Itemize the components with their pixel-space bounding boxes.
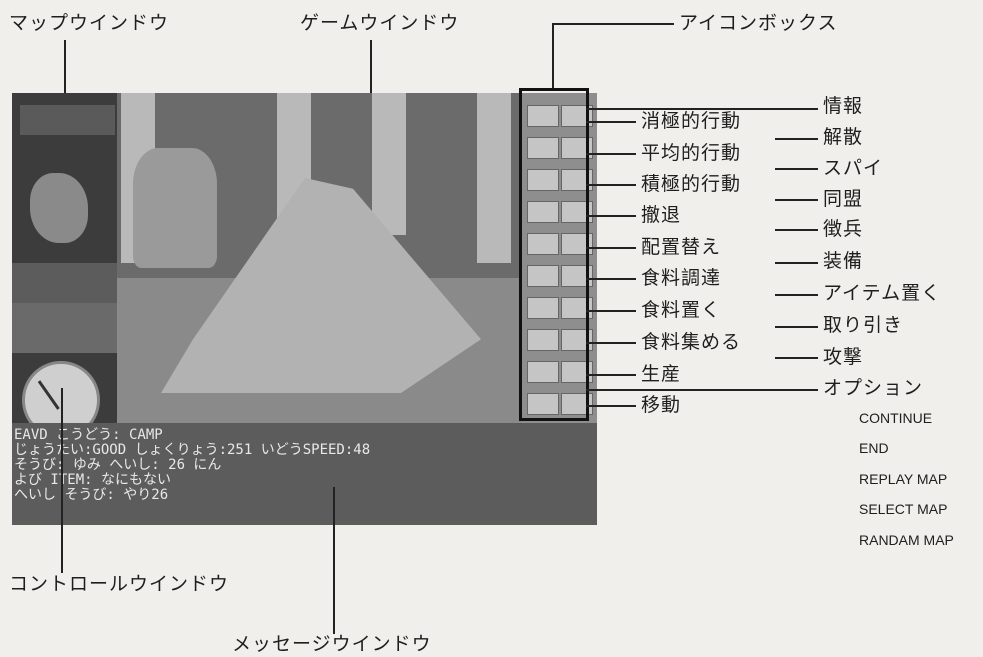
label-leader xyxy=(775,326,818,328)
label-leader xyxy=(586,374,636,376)
icon-box-callout: アイコンボックス xyxy=(679,12,838,34)
gather-food-label: 食料集める xyxy=(641,331,742,353)
control-window-callout: コントロールウインドウ xyxy=(9,573,230,595)
icon-box-leader-h xyxy=(552,23,674,25)
map-window-callout: マップウインドウ xyxy=(9,12,170,34)
armored-commander xyxy=(133,148,217,268)
label-leader xyxy=(775,294,818,296)
message-window-callout: メッセージウインドウ xyxy=(232,633,432,655)
equip-label: 装備 xyxy=(823,250,864,272)
trade-label: 取り引き xyxy=(823,314,904,336)
message-window: EAVD こうどう: CAMP じょうたい:GOOD しょくりょう:251 いど… xyxy=(12,423,597,525)
message-line: EAVD こうどう: CAMP xyxy=(14,427,163,443)
label-leader xyxy=(775,168,818,170)
drop-food-label: 食料置く xyxy=(641,299,722,321)
game-window xyxy=(117,93,522,423)
label-leader xyxy=(775,199,818,201)
message-line: へいし そうび: やり26 xyxy=(14,487,169,503)
drop-item-label: アイテム置く xyxy=(823,282,942,304)
average-action-label: 平均的行動 xyxy=(641,142,742,164)
label-leader xyxy=(586,121,636,123)
retreat-label: 撤退 xyxy=(641,204,682,226)
info-label: 情報 xyxy=(823,95,864,117)
recruit-label: 徴兵 xyxy=(823,218,864,240)
label-leader xyxy=(775,262,818,264)
label-leader xyxy=(586,342,636,344)
message-line: そうび: ゆみ へいし: 26 にん xyxy=(14,457,222,473)
message-line: よび ITEM: なにもない xyxy=(14,472,172,488)
option-end: END xyxy=(859,440,889,456)
label-leader xyxy=(586,215,636,217)
option-label: オプション xyxy=(823,377,924,399)
label-leader xyxy=(586,405,636,407)
pillar xyxy=(372,93,406,235)
game-screen: EAVD こうどう: CAMP じょうたい:GOOD しょくりょう:251 いど… xyxy=(12,93,597,525)
label-leader xyxy=(586,278,636,280)
control-window-leader xyxy=(61,388,63,573)
alliance-label: 同盟 xyxy=(823,188,864,210)
label-leader xyxy=(586,184,636,186)
pillar xyxy=(477,93,511,263)
label-leader xyxy=(775,229,818,231)
message-window-leader xyxy=(333,487,335,634)
map-terrain xyxy=(30,173,88,243)
map-window xyxy=(12,93,117,439)
option-replay-map: REPLAY MAP xyxy=(859,471,948,487)
label-leader xyxy=(775,357,818,359)
label-leader xyxy=(586,247,636,249)
label-leader xyxy=(586,389,818,391)
message-line: じょうたい:GOOD しょくりょう:251 いどうSPEED:48 xyxy=(14,442,371,458)
crest-panel xyxy=(12,263,117,303)
rearrange-label: 配置替え xyxy=(641,236,722,258)
option-random-map: RANDAM MAP xyxy=(859,532,954,548)
icon-box-frame xyxy=(519,88,589,421)
map-terrain-strip xyxy=(20,105,115,135)
label-leader xyxy=(586,108,818,110)
label-leader xyxy=(775,138,818,140)
option-continue: CONTINUE xyxy=(859,410,933,426)
produce-label: 生産 xyxy=(641,363,682,385)
icon-box-leader-v xyxy=(552,23,554,91)
spy-label: スパイ xyxy=(823,157,884,179)
disband-label: 解散 xyxy=(823,126,864,148)
option-select-map: SELECT MAP xyxy=(859,501,948,517)
label-leader xyxy=(586,310,636,312)
label-leader xyxy=(586,153,636,155)
move-label: 移動 xyxy=(641,394,682,416)
passive-action-label: 消極的行動 xyxy=(641,110,742,132)
procure-food-label: 食料調達 xyxy=(641,267,722,289)
attack-label: 攻撃 xyxy=(823,346,864,368)
aggressive-action-label: 積極的行動 xyxy=(641,173,742,195)
scales-panel xyxy=(12,303,117,353)
game-window-callout: ゲームウインドウ xyxy=(300,12,460,34)
